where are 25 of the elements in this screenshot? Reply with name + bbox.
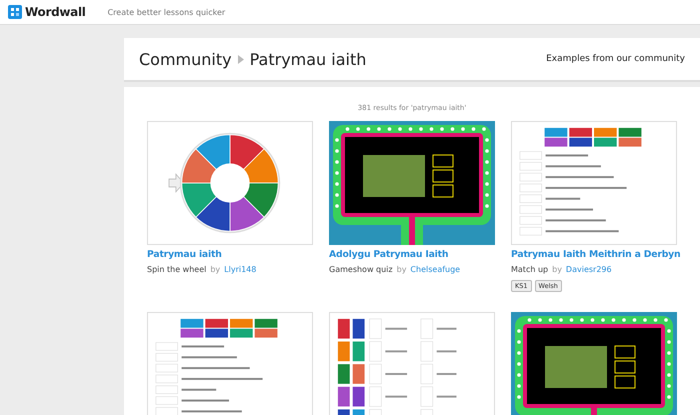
gameshow-thumbnail[interactable] <box>511 312 677 415</box>
activity-title[interactable]: Adolygu Patrymau Iaith <box>329 249 448 260</box>
tagline: Create better lessons quicker <box>108 8 226 16</box>
author-link[interactable]: Llyri148 <box>224 265 256 274</box>
picture-match-thumbnail[interactable] <box>329 312 495 415</box>
brand-name[interactable]: Wordwall <box>25 5 86 19</box>
breadcrumb-link[interactable]: Community <box>139 50 232 68</box>
author-link[interactable]: Daviesr296 <box>566 265 612 274</box>
breadcrumb-separator-icon <box>238 54 244 64</box>
by-label: by <box>396 265 406 274</box>
by-label: by <box>210 265 220 274</box>
activity-title[interactable]: Patrymau iaith <box>147 249 222 260</box>
author-link[interactable]: Chelseafuge <box>410 265 460 274</box>
activity-title[interactable]: Patrymau Iaith Meithrin a Derbyn <box>511 249 680 260</box>
match-up-thumbnail[interactable] <box>147 312 313 415</box>
gameshow-thumbnail[interactable] <box>329 121 495 245</box>
spinner-wheel-thumbnail[interactable] <box>147 121 313 245</box>
page-title: Patrymau iaith <box>250 50 366 68</box>
examples-link[interactable]: Examples from our community <box>546 54 685 64</box>
template-name: Match up <box>511 265 548 274</box>
template-name: Spin the wheel <box>147 265 206 274</box>
template-name: Gameshow quiz <box>329 265 393 274</box>
match-up-thumbnail[interactable] <box>511 121 677 245</box>
logo-icon[interactable] <box>8 5 22 19</box>
by-label: by <box>552 265 562 274</box>
